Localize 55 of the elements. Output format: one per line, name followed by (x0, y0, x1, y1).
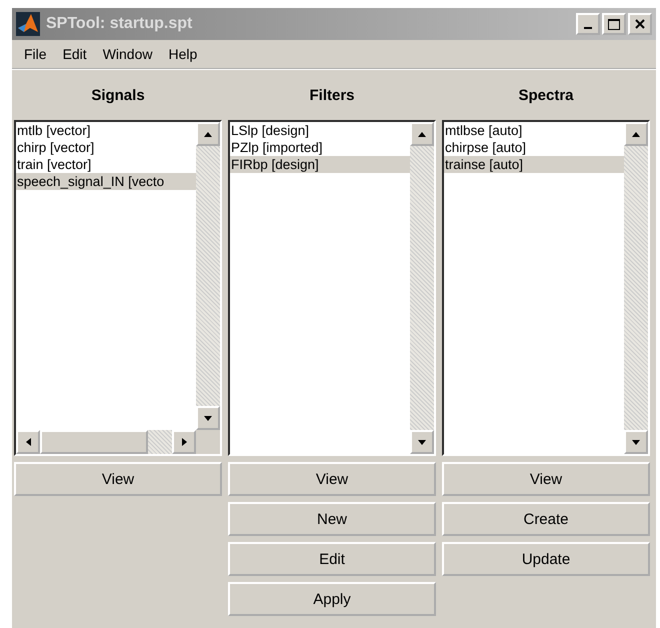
scroll-left-button[interactable] (16, 430, 40, 454)
action-button[interactable]: Update (442, 542, 650, 576)
action-button[interactable]: Edit (228, 542, 436, 576)
list-item[interactable]: train [vector] (16, 156, 196, 173)
action-button[interactable]: Create (442, 502, 650, 536)
scrollbar-corner (196, 430, 220, 454)
action-button[interactable]: View (442, 462, 650, 496)
list-item[interactable]: chirp [vector] (16, 139, 196, 156)
menu-item[interactable]: Edit (54, 46, 95, 62)
minimize-button[interactable] (576, 13, 600, 35)
list-item[interactable]: mtlbse [auto] (444, 122, 624, 139)
scroll-up-button[interactable] (410, 122, 434, 146)
list-item[interactable]: FIRbp [design] (230, 156, 410, 173)
down-arrow-icon (203, 414, 213, 422)
vertical-scrollbar[interactable] (624, 122, 648, 454)
scroll-thumb[interactable] (40, 430, 148, 454)
close-button[interactable] (628, 13, 652, 35)
menu-item[interactable]: Window (94, 46, 160, 62)
app-logo-icon (16, 12, 40, 36)
action-button[interactable]: Apply (228, 582, 436, 616)
menu-item[interactable]: Help (160, 46, 206, 62)
down-arrow-icon (631, 438, 641, 446)
horizontal-scrollbar[interactable] (16, 430, 196, 454)
up-arrow-icon (203, 130, 213, 138)
vertical-scrollbar[interactable] (410, 122, 434, 454)
scroll-up-button[interactable] (624, 122, 648, 146)
vertical-scrollbar[interactable] (196, 122, 220, 430)
menu-item[interactable]: File (16, 46, 55, 62)
column-heading: Signals (91, 86, 145, 106)
maximize-button[interactable] (602, 13, 626, 35)
list-item[interactable]: trainse [auto] (444, 156, 624, 173)
scroll-right-button[interactable] (172, 430, 196, 454)
list-item[interactable]: PZlp [imported] (230, 139, 410, 156)
action-button[interactable]: View (14, 462, 222, 496)
up-arrow-icon (631, 130, 641, 138)
column-heading: Filters (309, 86, 354, 106)
maximize-icon (608, 18, 620, 30)
left-arrow-icon (24, 437, 32, 447)
scroll-down-button[interactable] (196, 406, 220, 430)
scroll-up-button[interactable] (196, 122, 220, 146)
window-title: SPTool: startup.spt (46, 15, 194, 33)
close-icon (635, 19, 645, 29)
list-item[interactable]: mtlb [vector] (16, 122, 196, 139)
scroll-down-button[interactable] (410, 430, 434, 454)
down-arrow-icon (417, 438, 427, 446)
column-heading: Spectra (518, 86, 574, 106)
minimize-icon (584, 27, 592, 29)
up-arrow-icon (417, 130, 427, 138)
action-button[interactable]: View (228, 462, 436, 496)
list-item[interactable]: speech_signal_IN [vecto (16, 173, 196, 190)
scroll-down-button[interactable] (624, 430, 648, 454)
right-arrow-icon (180, 437, 188, 447)
action-button[interactable]: New (228, 502, 436, 536)
list-item[interactable]: LSlp [design] (230, 122, 410, 139)
list-item[interactable]: chirpse [auto] (444, 139, 624, 156)
